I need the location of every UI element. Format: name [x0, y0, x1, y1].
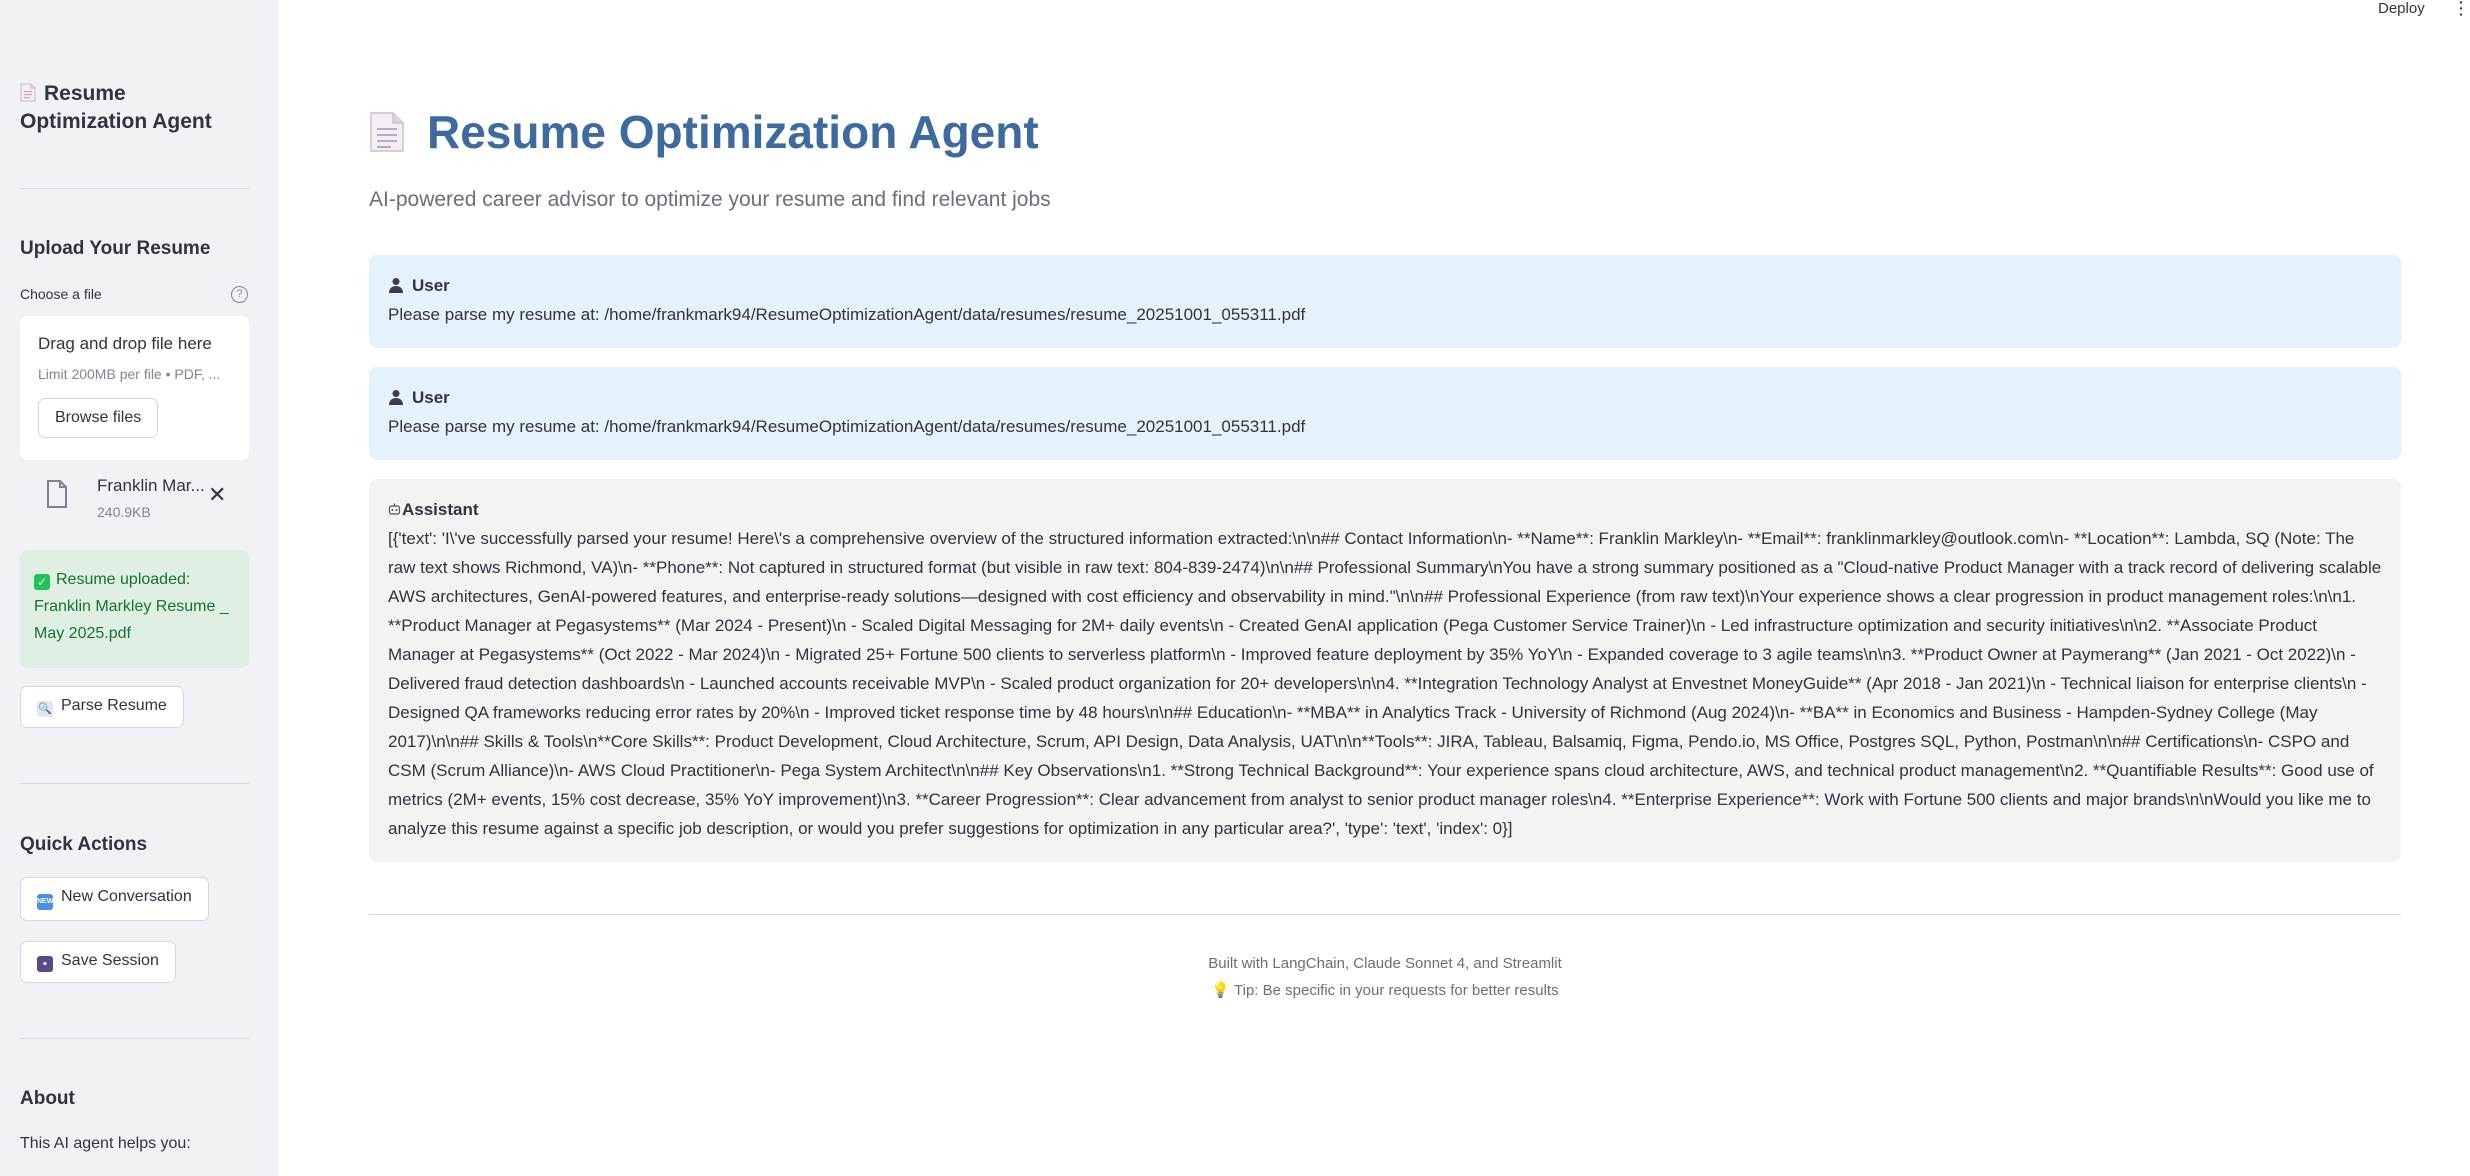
upload-heading: Upload Your Resume — [20, 238, 211, 259]
dropzone-limit: Limit 200MB per file • PDF, ... — [38, 366, 221, 382]
message-role: Assistant — [388, 495, 2382, 524]
footer-credits: Built with LangChain, Claude Sonnet 4, a… — [1208, 955, 1562, 972]
uploaded-file-size: 240.9KB — [97, 504, 151, 520]
file-dropzone[interactable]: Drag and drop file here Limit 200MB per … — [20, 316, 249, 460]
new-icon: NEW — [37, 894, 53, 910]
browse-files-button[interactable]: Browse files — [38, 398, 159, 438]
footer-tip: 💡 Tip: Be specific in your requests for … — [369, 977, 2401, 1004]
message-role: User — [388, 271, 2382, 300]
sidebar-divider — [20, 1038, 249, 1039]
message-role-text: User — [412, 276, 450, 295]
magnifier-icon: 🔍 — [37, 701, 53, 717]
parse-resume-label: Parse Resume — [61, 697, 167, 714]
user-icon — [389, 278, 403, 293]
uploaded-file-row: Franklin Mar... 240.9KB ✕ — [20, 470, 249, 530]
sidebar-title-text: Resume Optimization Agent — [20, 82, 212, 133]
footer: Built with LangChain, Claude Sonnet 4, a… — [369, 950, 2401, 1004]
about-heading: About — [20, 1088, 75, 1109]
deploy-button[interactable]: Deploy — [2378, 0, 2425, 17]
floppy-disk-icon: ▪ — [37, 956, 53, 972]
sidebar-divider — [20, 783, 249, 784]
message-role: User — [388, 383, 2382, 412]
upload-success-alert: ✓ Resume uploaded: Franklin Markley Resum… — [20, 550, 249, 668]
chat-message-user: User Please parse my resume at: /home/fr… — [369, 367, 2401, 460]
page-subtitle: AI-powered career advisor to optimize yo… — [369, 188, 1051, 211]
new-conversation-button[interactable]: NEW New Conversation — [20, 877, 209, 921]
dropzone-title: Drag and drop file here — [38, 334, 212, 353]
file-uploader-label: Choose a file — [20, 286, 102, 302]
uploaded-file-name: Franklin Mar... — [97, 476, 205, 495]
message-role-text: Assistant — [402, 500, 479, 519]
message-text: Please parse my resume at: /home/frankma… — [388, 417, 1306, 436]
kebab-menu-icon[interactable]: ⋮ — [2452, 0, 2470, 17]
upload-success-text: Resume uploaded: Franklin Markley Resume… — [34, 571, 229, 642]
chat-message-user: User Please parse my resume at: /home/fr… — [369, 255, 2401, 348]
lightbulb-icon: 💡 — [1211, 982, 1231, 999]
about-text: This AI agent helps you: — [20, 1135, 191, 1152]
new-conversation-label: New Conversation — [61, 888, 192, 905]
page-title: Resume Optimization Agent — [369, 105, 1039, 159]
main-divider — [369, 914, 2401, 915]
sidebar-title: Resume Optimization Agent — [20, 80, 250, 136]
page-title-text: Resume Optimization Agent — [427, 106, 1039, 158]
quick-actions-heading: Quick Actions — [20, 834, 148, 855]
message-role-text: User — [412, 388, 450, 407]
message-text: [{'text': 'I\'ve successfully parsed you… — [388, 529, 2382, 838]
footer-tip-text: Tip: Be specific in your requests for be… — [1234, 982, 1559, 999]
save-session-button[interactable]: ▪ Save Session — [20, 941, 176, 983]
check-icon: ✓ — [34, 574, 50, 590]
file-icon — [47, 480, 67, 508]
save-session-label: Save Session — [61, 952, 159, 969]
message-text: Please parse my resume at: /home/frankma… — [388, 305, 1306, 324]
help-icon[interactable]: ? — [231, 286, 248, 303]
robot-icon — [388, 503, 401, 515]
chat-message-assistant: Assistant [{'text': 'I\'ve successfully … — [369, 479, 2401, 862]
parse-resume-button[interactable]: 🔍 Parse Resume — [20, 686, 184, 728]
document-icon — [20, 83, 36, 102]
document-icon — [370, 112, 404, 152]
sidebar-divider — [20, 188, 249, 189]
close-icon[interactable]: ✕ — [208, 482, 226, 508]
sidebar: Resume Optimization Agent Upload Your Re… — [0, 0, 279, 1176]
user-icon — [389, 390, 403, 405]
